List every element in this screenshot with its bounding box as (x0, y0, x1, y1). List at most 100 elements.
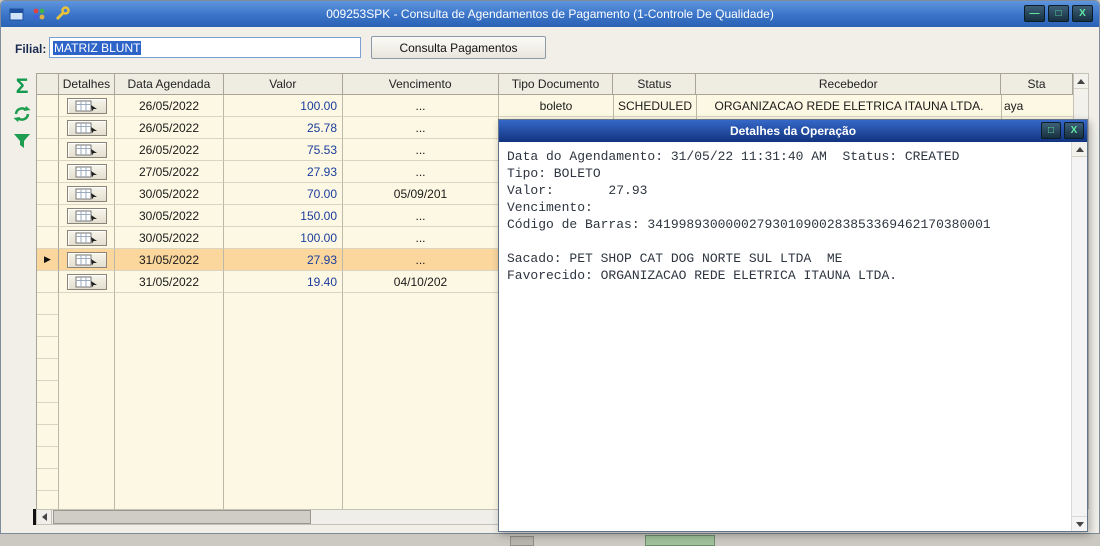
column-header-recebedor[interactable]: Recebedor (696, 74, 1002, 95)
scroll-down-icon[interactable] (1072, 516, 1087, 531)
close-button[interactable]: X (1072, 5, 1093, 22)
detalhes-button[interactable] (66, 141, 107, 158)
column-header-status[interactable]: Status (613, 74, 697, 95)
scroll-left-icon[interactable] (37, 510, 52, 524)
column-header-sta[interactable]: Sta (1001, 74, 1074, 95)
background-window-fragment (645, 535, 715, 546)
cell-valor: 25.78 (224, 117, 343, 139)
table-row[interactable]: 26/05/2022 100.00 ... boleto SCHEDULED O… (37, 95, 1074, 117)
row-indicator-cell (37, 271, 59, 293)
dialog-controls: □ X (1041, 122, 1084, 139)
cell-detalhes (59, 249, 115, 271)
detalhes-button[interactable] (66, 185, 107, 202)
cell-data-agendada: 27/05/2022 (115, 161, 224, 183)
filial-input[interactable]: MATRIZ BLUNT (49, 37, 361, 58)
scrollbar-thumb[interactable] (53, 510, 311, 524)
detail-line (507, 233, 1069, 250)
cell-valor: 100.00 (224, 95, 343, 117)
cell-data-agendada: 26/05/2022 (115, 95, 224, 117)
row-indicator-cell (37, 205, 59, 227)
detalhes-button[interactable] (66, 251, 107, 268)
column-header-vencimento[interactable]: Vencimento (342, 74, 499, 95)
row-indicator-cell (37, 117, 59, 139)
dialog-titlebar[interactable]: Detalhes da Operação □ X (499, 120, 1087, 142)
cell-valor: 27.93 (224, 249, 343, 271)
maximize-button[interactable]: □ (1048, 5, 1069, 22)
cell-detalhes (59, 271, 115, 293)
cell-detalhes (59, 95, 115, 117)
detail-line: Favorecido: ORGANIZACAO REDE ELETRICA IT… (507, 268, 898, 283)
detalhes-button[interactable] (66, 229, 107, 246)
detalhes-button[interactable] (66, 97, 107, 114)
filial-input-value: MATRIZ BLUNT (53, 40, 142, 55)
detail-line: Tipo: BOLETO (507, 166, 601, 181)
detalhes-button[interactable] (66, 273, 107, 290)
column-header-data-agendada[interactable]: Data Agendada (114, 74, 224, 95)
cell-detalhes (59, 205, 115, 227)
column-header-valor[interactable]: Valor (223, 74, 343, 95)
cell-vencimento: ... (343, 205, 499, 227)
detalhes-button[interactable] (66, 163, 107, 180)
cell-valor: 75.53 (224, 139, 343, 161)
cell-status: SCHEDULED (614, 95, 697, 117)
cell-detalhes (59, 139, 115, 161)
detail-line: Vencimento: (507, 200, 593, 215)
dialog-maximize-button[interactable]: □ (1041, 122, 1061, 139)
cell-vencimento: ... (343, 161, 499, 183)
cell-valor: 70.00 (224, 183, 343, 205)
current-row-marker: ▶ (37, 249, 59, 271)
detalhes-button[interactable] (66, 119, 107, 136)
cell-data-agendada: 30/05/2022 (115, 227, 224, 249)
cell-valor: 150.00 (224, 205, 343, 227)
cell-detalhes (59, 183, 115, 205)
row-indicator-column (37, 293, 58, 509)
cell-detalhes (59, 227, 115, 249)
dialog-vertical-scrollbar[interactable] (1071, 142, 1087, 531)
window-title: 009253SPK - Consulta de Agendamentos de … (326, 7, 774, 21)
filter-icon[interactable] (10, 129, 34, 153)
minimize-button[interactable]: — (1024, 5, 1045, 22)
window-icon[interactable] (9, 8, 24, 26)
scroll-up-icon[interactable] (1074, 74, 1088, 89)
cell-valor: 27.93 (224, 161, 343, 183)
cell-detalhes (59, 161, 115, 183)
column-header-detalhes[interactable]: Detalhes (58, 74, 115, 95)
app-window: 009253SPK - Consulta de Agendamentos de … (0, 0, 1100, 534)
cell-valor: 100.00 (224, 227, 343, 249)
row-indicator-cell (37, 139, 59, 161)
cell-valor: 19.40 (224, 271, 343, 293)
cell-vencimento: ... (343, 227, 499, 249)
row-indicator-cell (37, 95, 59, 117)
cell-data-agendada: 30/05/2022 (115, 205, 224, 227)
cell-vencimento: 04/10/202 (343, 271, 499, 293)
dialog-title: Detalhes da Operação (729, 124, 857, 138)
consulta-pagamentos-button[interactable]: Consulta Pagamentos (371, 36, 546, 59)
cell-recebedor: ORGANIZACAO REDE ELETRICA ITAUNA LTDA. (697, 95, 1002, 117)
row-indicator-cell (37, 183, 59, 205)
cell-data-agendada: 31/05/2022 (115, 271, 224, 293)
export-icon[interactable] (10, 102, 34, 126)
scroll-up-icon[interactable] (1072, 142, 1087, 157)
cell-data-agendada: 26/05/2022 (115, 139, 224, 161)
cell-sta: aya (1002, 95, 1074, 117)
cell-tipo-documento: boleto (499, 95, 614, 117)
row-indicator-cell (37, 227, 59, 249)
cell-vencimento: ... (343, 95, 499, 117)
cell-detalhes (59, 117, 115, 139)
detail-line: Data do Agendamento: 31/05/22 11:31:40 A… (507, 149, 960, 164)
wrench-icon[interactable] (54, 6, 70, 27)
cell-data-agendada: 26/05/2022 (115, 117, 224, 139)
sum-icon[interactable]: Σ (10, 75, 34, 99)
dialog-close-button[interactable]: X (1064, 122, 1084, 139)
dialog-text-content: Data do Agendamento: 31/05/22 11:31:40 A… (499, 142, 1071, 531)
detail-line: Código de Barras: 3419989300000279301090… (507, 217, 991, 232)
detalhes-button[interactable] (66, 207, 107, 224)
column-header-tipo-documento[interactable]: Tipo Documento (498, 74, 614, 95)
grid-header: Detalhes Data Agendada Valor Vencimento … (36, 73, 1074, 95)
cell-vencimento: ... (343, 117, 499, 139)
beads-icon[interactable] (32, 7, 46, 26)
cell-vencimento: 05/09/201 (343, 183, 499, 205)
row-indicator-header (37, 74, 59, 95)
titlebar[interactable]: 009253SPK - Consulta de Agendamentos de … (1, 1, 1099, 27)
cell-data-agendada: 31/05/2022 (115, 249, 224, 271)
